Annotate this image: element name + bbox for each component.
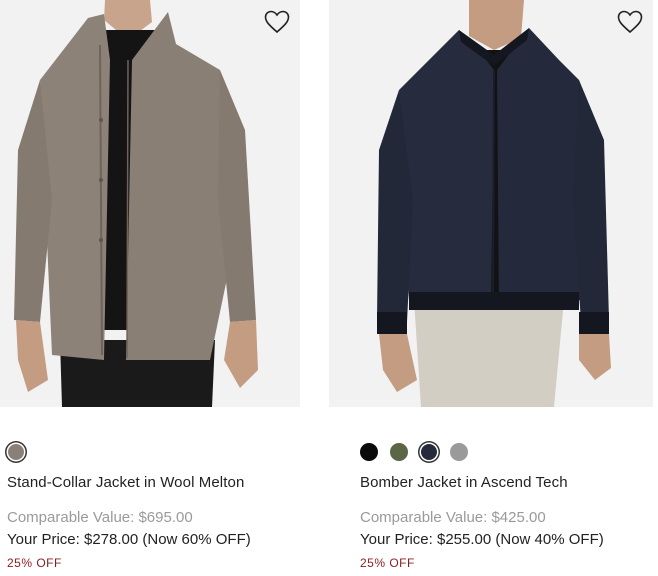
comparable-value: Comparable Value: $695.00 bbox=[7, 509, 193, 526]
color-swatches bbox=[329, 441, 653, 463]
promo-badge: 25% OFF bbox=[7, 556, 62, 570]
wool-jacket-photo bbox=[0, 0, 300, 407]
promo-badge: 25% OFF bbox=[360, 556, 415, 570]
your-price: Your Price: $255.00 (Now 40% OFF) bbox=[360, 531, 604, 548]
swatch-black[interactable] bbox=[360, 443, 378, 461]
swatch-olive[interactable] bbox=[390, 443, 408, 461]
wishlist-heart-icon[interactable] bbox=[617, 10, 643, 34]
product-card[interactable]: Bomber Jacket in Ascend Tech Comparable … bbox=[329, 0, 653, 570]
product-card[interactable]: Stand-Collar Jacket in Wool Melton Compa… bbox=[0, 0, 300, 570]
your-price: Your Price: $278.00 (Now 60% OFF) bbox=[7, 531, 251, 548]
bomber-jacket-photo bbox=[329, 0, 653, 407]
wishlist-heart-icon[interactable] bbox=[264, 10, 290, 34]
product-image[interactable] bbox=[329, 0, 653, 407]
swatch-grey[interactable] bbox=[450, 443, 468, 461]
swatch-navy[interactable] bbox=[421, 444, 437, 460]
product-name[interactable]: Stand-Collar Jacket in Wool Melton bbox=[0, 474, 300, 491]
product-name[interactable]: Bomber Jacket in Ascend Tech bbox=[329, 474, 653, 491]
comparable-value: Comparable Value: $425.00 bbox=[360, 509, 546, 526]
color-swatches bbox=[0, 441, 300, 463]
swatch-taupe[interactable] bbox=[8, 444, 24, 460]
product-image[interactable] bbox=[0, 0, 300, 407]
